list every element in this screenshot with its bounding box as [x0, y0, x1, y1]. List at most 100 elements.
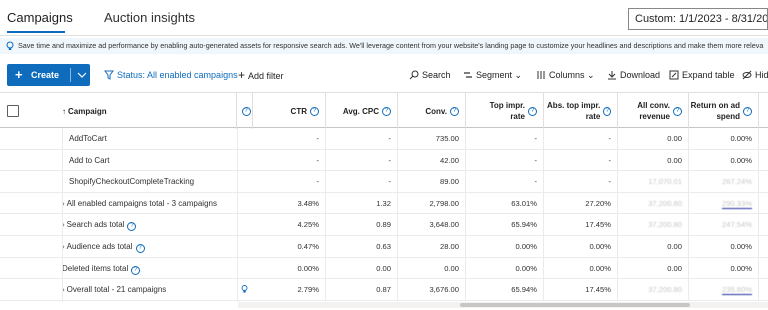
chevron-down-icon: ⌄ [587, 70, 595, 80]
help-icon[interactable]: ? [131, 265, 141, 275]
cell-rev: 0.00 [618, 257, 689, 279]
cell-ctr: 4.25% [253, 214, 326, 236]
help-icon[interactable]: ? [310, 106, 319, 116]
date-range-picker[interactable]: Custom: 1/1/2023 - 8/31/2023 [628, 8, 768, 30]
table-row[interactable]: › Search ads total? 4.25% 0.89 3,648.00 65.94… [0, 214, 768, 236]
columns-button[interactable]: Columns ⌄ [536, 69, 595, 81]
table-row[interactable]: ShopifyCheckoutCompleteTracking - - 89.00 - -… [0, 171, 768, 193]
cell-cpc: 0.00 [326, 257, 398, 279]
table-row[interactable]: › All enabled campaigns total - 3 campaig… [0, 192, 768, 215]
cell-abs: 0.00% [544, 257, 618, 279]
campaign-name-cell[interactable]: › All enabled campaigns total - 3 campaig… [62, 193, 217, 214]
table-row[interactable]: Add to Cart - - 42.00 - - 0.00 0.00% [0, 149, 768, 172]
cell-value: 2,798.00 [429, 198, 459, 208]
cell-conv: 735.00 [398, 128, 466, 149]
campaign-name-cell[interactable]: ShopifyCheckoutCompleteTracking [69, 171, 194, 192]
cell-value: 4.25% [297, 220, 319, 230]
cell-cpc: 0.89 [326, 214, 398, 236]
download-button[interactable]: Download [607, 69, 660, 81]
hide-icon [742, 70, 752, 80]
cell-abs: - [544, 128, 618, 149]
column-label: Conv. [425, 106, 447, 116]
tab-campaigns[interactable]: Campaigns [7, 10, 73, 26]
cell-value: 0.00% [515, 242, 537, 251]
cell-conv: 28.00 [398, 236, 466, 257]
segment-icon [464, 72, 472, 78]
cell-ctr: - [253, 128, 326, 149]
help-icon[interactable]: ? [743, 106, 752, 116]
column-header-top-impr-rate[interactable]: Top impr. rate? [466, 93, 544, 129]
scrollbar-thumb[interactable] [460, 303, 690, 307]
cell-abs: 27.20% [544, 192, 618, 214]
chevron-down-icon[interactable] [77, 71, 87, 79]
cell-rev: 37,200.80 [618, 279, 689, 301]
create-button[interactable]: + Create [7, 64, 90, 86]
help-icon[interactable]: ? [603, 106, 611, 116]
column-header-return-on-ad-spend[interactable]: Return on ad spend? [689, 93, 759, 129]
help-icon[interactable]: ? [450, 106, 459, 116]
cell-conv: 3,648.00 [398, 214, 466, 236]
expand-icon [669, 70, 679, 80]
expand-table-button[interactable]: Expand table [669, 69, 735, 81]
columns-icon [537, 71, 545, 79]
help-icon[interactable]: ? [241, 106, 251, 116]
cell-cpc: 0.87 [326, 279, 398, 301]
cell-value: - [534, 155, 537, 165]
campaign-name-cell[interactable]: Deleted items total? [62, 258, 141, 279]
help-icon[interactable]: ? [382, 106, 391, 116]
cell-value: 89.00 [439, 177, 459, 187]
cell-value: 37,200.80 [648, 198, 682, 208]
campaigns-table: ↑ Campaign ? CTR? Avg. CPC? Conv.? Top im… [0, 92, 768, 302]
lightbulb-icon[interactable] [241, 285, 248, 294]
cell-conv: 2,798.00 [398, 192, 466, 214]
divider [62, 128, 63, 302]
cell-value: 37,200.80 [648, 285, 682, 295]
campaign-name-cell[interactable]: › Overall total - 21 campaigns [62, 279, 166, 300]
table-row[interactable]: › Overall total - 21 campaigns 2.79% 0.87 3,… [0, 279, 768, 301]
column-label: CTR [290, 106, 307, 116]
cell-value: 65.94% [511, 285, 537, 295]
cell-value: 0.00 [667, 242, 682, 251]
status-filter[interactable]: Status: All enabled campaigns [104, 69, 238, 81]
horizontal-scrollbar[interactable] [238, 302, 768, 308]
create-label: Create [31, 70, 60, 80]
plus-icon: + [238, 68, 246, 82]
campaign-name: ShopifyCheckoutCompleteTracking [69, 177, 195, 187]
cell-ctr: 0.00% [253, 257, 326, 279]
add-filter-button[interactable]: + Add filter [238, 69, 284, 82]
help-icon[interactable]: ? [673, 106, 682, 116]
cell-value: - [388, 134, 391, 143]
column-header-conv[interactable]: Conv.? [398, 93, 466, 129]
column-header-avg-cpc[interactable]: Avg. CPC? [326, 93, 398, 129]
campaign-name-cell[interactable]: › Audience ads total? [62, 236, 145, 257]
cell-value: 65.94% [511, 220, 537, 230]
cell-roas: 0.00% [689, 149, 759, 171]
cell-conv: 89.00 [398, 171, 466, 193]
help-icon[interactable]: ? [127, 222, 137, 232]
download-label: Download [620, 70, 661, 80]
column-header-campaign[interactable]: ↑ Campaign [30, 93, 237, 129]
cell-value: 28.00 [439, 242, 459, 251]
table-row[interactable]: AddToCart - - 735.00 - - 0.00 0.00% [0, 128, 768, 150]
column-header-all-conv-revenue[interactable]: All conv. revenue? [618, 93, 689, 129]
download-icon [608, 71, 616, 80]
column-header-ctr[interactable]: CTR? [253, 93, 326, 129]
cell-value: 0.00% [730, 155, 752, 165]
cell-top: 65.94% [466, 279, 544, 301]
campaign-name-cell[interactable]: Add to Cart [69, 150, 109, 171]
expand-table-label: Expand table [682, 70, 735, 80]
cell-roas: 0.00% [689, 257, 759, 279]
campaign-name-cell[interactable]: AddToCart [69, 128, 107, 149]
segment-button[interactable]: Segment ⌄ [463, 69, 522, 81]
cell-value: - [316, 134, 319, 143]
help-icon[interactable]: ? [135, 244, 145, 253]
select-all-checkbox[interactable] [7, 105, 19, 117]
table-row[interactable]: Deleted items total? 0.00% 0.00 0.00 0.00% 0.… [0, 257, 768, 280]
column-header-abs-top-impr-rate[interactable]: Abs. top impr. rate? [544, 93, 618, 129]
help-icon[interactable]: ? [528, 106, 537, 116]
tab-auction-insights[interactable]: Auction insights [104, 10, 195, 26]
table-row[interactable]: › Audience ads total? 0.47% 0.63 28.00 0.00% 0… [0, 236, 768, 258]
search-button[interactable]: Search [409, 69, 451, 81]
hide-button[interactable]: Hid [742, 69, 768, 81]
campaign-name-cell[interactable]: › Search ads total? [62, 214, 137, 235]
